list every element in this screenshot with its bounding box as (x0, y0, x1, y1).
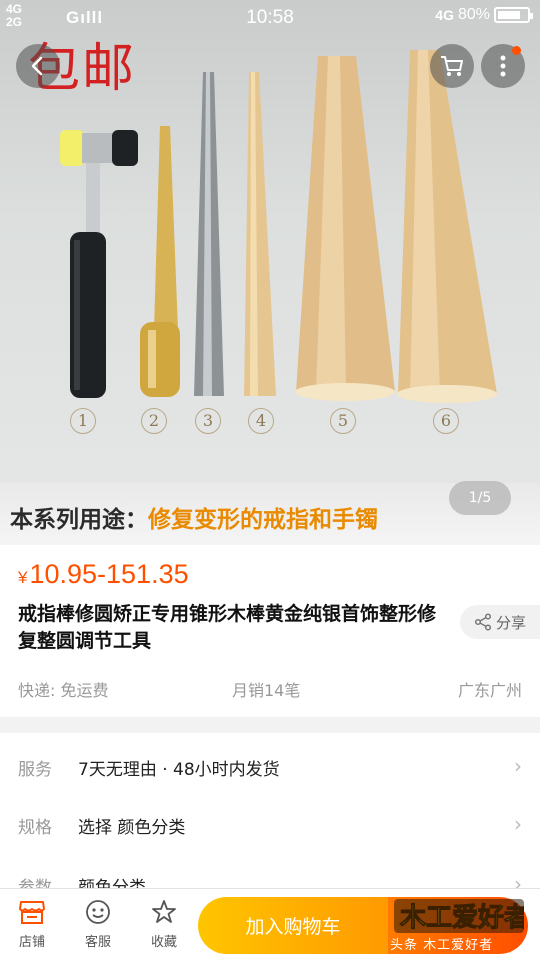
favorite-tab[interactable]: 收藏 (134, 895, 194, 950)
network-type: 4G (435, 7, 454, 23)
cart-icon (441, 56, 463, 76)
tool-number-3: 3 (195, 408, 221, 434)
tool-number-2: 2 (141, 408, 167, 434)
hammer-tool (60, 130, 138, 398)
small-wood-mandrel (244, 72, 276, 396)
service-row-value: 7天无理由 · 48小时内发货 (78, 760, 280, 780)
status-bar: 4G 2G Gılll 10:58 4G 80% (0, 0, 540, 34)
more-icon (500, 55, 506, 77)
share-icon (474, 613, 492, 631)
chevron-right-icon: › (514, 872, 522, 888)
star-icon (152, 900, 176, 923)
params-row[interactable]: 参数 颜色分类 › (0, 853, 540, 888)
share-button[interactable]: 分享 (460, 605, 540, 639)
gold-ring-mandrel (140, 126, 180, 397)
back-button[interactable] (16, 44, 60, 88)
wood-bracelet-mandrel-6 (397, 50, 497, 403)
add-to-cart-button[interactable]: 加入购物车 (198, 897, 388, 954)
spec-row[interactable]: 规格 选择 颜色分类 › (0, 793, 540, 851)
service-label: 客服 (84, 935, 111, 950)
attribute-list: 服务 7天无理由 · 48小时内发货 › 规格 选择 颜色分类 › 参数 颜色分… (0, 733, 540, 888)
share-label: 分享 (496, 613, 527, 632)
spec-row-value: 选择 颜色分类 (78, 818, 186, 838)
status-right: 4G 80% (435, 6, 533, 24)
service-icon (86, 900, 110, 924)
shop-icon (19, 901, 45, 924)
monthly-sales: 月销14笔 (232, 681, 301, 700)
shop-label: 店铺 (18, 935, 45, 950)
customer-service-tab[interactable]: 客服 (68, 895, 128, 950)
product-title: 戒指棒修圆矫正专用锥形木棒黄金纯银首饰整形修复整圆调节工具 (18, 603, 437, 652)
more-menu-button[interactable] (481, 44, 525, 88)
chevron-right-icon: › (514, 812, 522, 836)
chevron-right-icon: › (514, 754, 522, 778)
service-row-key: 服务 (18, 760, 52, 780)
caption-highlight: 修复变形的戒指和手镯 (148, 507, 378, 533)
service-row[interactable]: 服务 7天无理由 · 48小时内发货 › (0, 735, 540, 793)
params-row-key: 参数 (18, 878, 52, 888)
woodworker-logo: 木工爱好者 (394, 899, 524, 934)
battery-icon (494, 7, 533, 23)
gallery-page-indicator: 1/5 (449, 481, 511, 515)
favorite-label: 收藏 (150, 935, 177, 950)
tool-number-6: 6 (433, 408, 459, 434)
image-caption: 本系列用途：修复变形的戒指和手镯 (10, 500, 378, 534)
caption-prefix: 本系列用途： (10, 507, 148, 533)
tool-number-5: 5 (330, 408, 356, 434)
price: ¥10.95-151.35 (18, 559, 189, 590)
notification-dot (512, 46, 521, 55)
shop-tab[interactable]: 店铺 (2, 895, 62, 950)
woodworker-logo-text: 木工爱好者 (399, 903, 524, 933)
price-range: 10.95-151.35 (29, 559, 189, 589)
shipping-info: 快递: 免运费 (18, 681, 109, 700)
spec-row-key: 规格 (18, 818, 52, 838)
add-to-cart-label: 加入购物车 (245, 916, 341, 938)
product-info-card: ¥10.95-151.35 戒指棒修圆矫正专用锥形木棒黄金纯银首饰整形修复整圆调… (0, 545, 540, 717)
tool-number-1: 1 (70, 408, 96, 434)
ship-from-location: 广东广州 (457, 681, 522, 700)
battery-fill (498, 11, 520, 19)
wood-bracelet-mandrel-5 (295, 56, 395, 401)
currency-symbol: ¥ (18, 568, 28, 587)
battery-percent: 80% (457, 6, 490, 23)
tool-number-4: 4 (248, 408, 274, 434)
steel-ring-mandrel (194, 72, 224, 396)
cart-button[interactable] (430, 44, 474, 88)
params-row-value: 颜色分类 (78, 878, 146, 888)
back-icon (31, 56, 43, 76)
promo-caption: 头条 木工爱好者 (390, 938, 494, 953)
